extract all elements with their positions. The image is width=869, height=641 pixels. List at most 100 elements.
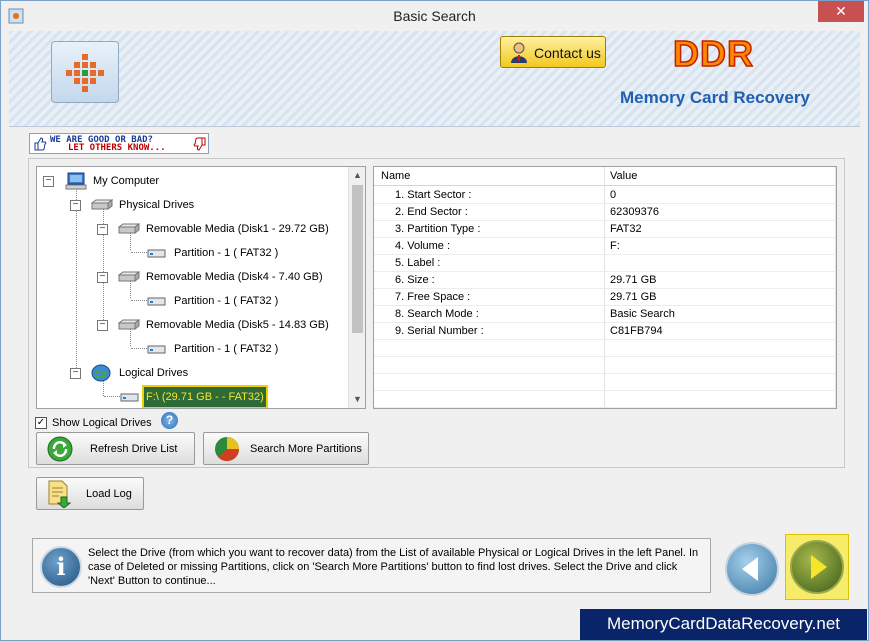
property-name: 3. Partition Type : — [395, 223, 481, 235]
tree-label: Partition - 1 ( FAT32 ) — [174, 343, 279, 355]
pie-chart-icon — [215, 437, 240, 462]
property-value: FAT32 — [610, 223, 642, 235]
collapse-toggle[interactable]: − — [70, 368, 81, 379]
selected-drive-label: F:\ (29.71 GB - - FAT32) — [142, 385, 268, 408]
table-row: 3. Partition Type : FAT32 — [374, 221, 836, 238]
property-value: 0 — [610, 189, 617, 201]
header-banner: Contact us DDR Memory Card Recovery — [9, 31, 860, 127]
help-icon[interactable]: ? — [161, 412, 178, 429]
property-name: 5. Label : — [395, 257, 441, 269]
property-name: 4. Volume : — [395, 240, 451, 252]
show-logical-drives-checkbox[interactable]: ✓ — [35, 417, 47, 429]
app-logo-icon — [66, 54, 104, 92]
thumbs-up-icon — [34, 137, 47, 151]
collapse-toggle[interactable]: − — [70, 200, 81, 211]
hard-drive-icon — [118, 223, 140, 234]
table-row: 2. End Sector : 62309376 — [374, 204, 836, 221]
computer-icon — [65, 172, 87, 190]
next-arrow-icon — [811, 555, 827, 579]
tree-connector — [104, 396, 120, 397]
website-url-banner: MemoryCardDataRecovery.net — [580, 609, 867, 640]
tree-label: Removable Media (Disk1 - 29.72 GB) — [146, 223, 329, 235]
tree-label: Removable Media (Disk5 - 14.83 GB) — [146, 319, 329, 331]
hard-drive-icon — [118, 271, 140, 282]
refresh-icon — [47, 436, 73, 462]
feedback-banner[interactable]: WE ARE GOOD OR BAD? LET OTHERS KNOW... — [29, 133, 209, 154]
back-button[interactable] — [725, 542, 779, 596]
table-row: 8. Search Mode : Basic Search — [374, 306, 836, 323]
thumbs-down-icon — [193, 137, 206, 151]
property-name: 7. Free Space : — [395, 291, 471, 303]
table-row — [374, 391, 836, 408]
app-window: Basic Search ✕ Contact us DDR Memory Car… — [0, 0, 869, 641]
tree-scrollbar[interactable]: ▲ ▼ — [348, 167, 365, 408]
scroll-thumb[interactable] — [352, 185, 363, 333]
info-panel: i Select the Drive (from which you want … — [32, 538, 711, 593]
property-name: 6. Size : — [395, 274, 435, 286]
person-icon — [511, 42, 527, 63]
scroll-down-icon[interactable]: ▼ — [349, 391, 365, 408]
partition-drive-icon — [147, 297, 166, 306]
hard-drive-icon — [91, 199, 113, 210]
property-value: 62309376 — [610, 206, 659, 218]
table-row: 7. Free Space : 29.71 GB — [374, 289, 836, 306]
partition-drive-icon — [147, 249, 166, 258]
drive-tree[interactable]: − My Computer − Physical Drives − Remova… — [36, 166, 366, 409]
search-more-partitions-button[interactable]: Search More Partitions — [203, 432, 369, 465]
drive-properties-grid: Name Value 1. Start Sector : 0 2. End Sec… — [373, 166, 837, 409]
info-icon: i — [40, 546, 82, 588]
table-row — [374, 374, 836, 391]
property-value: 29.71 GB — [610, 291, 657, 303]
contact-us-label: Contact us — [534, 45, 601, 61]
property-value: C81FB794 — [610, 325, 663, 337]
next-button[interactable] — [790, 540, 844, 594]
property-name: 1. Start Sector : — [395, 189, 472, 201]
tree-label: My Computer — [93, 175, 160, 187]
property-value: Basic Search — [610, 308, 675, 320]
tree-connector — [131, 300, 147, 301]
table-row: 9. Serial Number : C81FB794 — [374, 323, 836, 340]
close-button[interactable]: ✕ — [818, 1, 864, 22]
tree-connector — [76, 184, 77, 370]
title-bar: Basic Search ✕ — [1, 1, 868, 31]
globe-icon — [91, 364, 111, 382]
tree-label: Removable Media (Disk4 - 7.40 GB) — [146, 271, 323, 283]
scroll-up-icon[interactable]: ▲ — [349, 167, 365, 184]
tree-label: Physical Drives — [119, 199, 195, 211]
partition-drive-icon — [147, 345, 166, 354]
property-name: 2. End Sector : — [395, 206, 468, 218]
refresh-drive-list-button[interactable]: Refresh Drive List — [36, 432, 195, 465]
grid-header: Name Value — [374, 167, 836, 186]
search-more-label: Search More Partitions — [250, 443, 362, 455]
column-header-name[interactable]: Name — [381, 170, 410, 182]
collapse-toggle[interactable]: − — [43, 176, 54, 187]
collapse-toggle[interactable]: − — [97, 272, 108, 283]
tree-connector — [131, 348, 147, 349]
hard-drive-icon — [118, 319, 140, 330]
collapse-toggle[interactable]: − — [97, 320, 108, 331]
collapse-toggle[interactable]: − — [97, 224, 108, 235]
load-log-label: Load Log — [86, 488, 132, 500]
load-log-button[interactable]: Load Log — [36, 477, 144, 510]
table-row — [374, 340, 836, 357]
brand-logo: DDR — [672, 32, 754, 75]
table-row: 4. Volume : F: — [374, 238, 836, 255]
tree-label: Partition - 1 ( FAT32 ) — [174, 295, 279, 307]
table-row: 5. Label : — [374, 255, 836, 272]
next-button-highlight — [785, 534, 849, 600]
contact-us-button[interactable]: Contact us — [500, 36, 606, 68]
property-value: 29.71 GB — [610, 274, 657, 286]
brand-subtitle: Memory Card Recovery — [620, 88, 810, 107]
table-row — [374, 357, 836, 374]
app-logo — [51, 41, 119, 103]
partition-drive-icon — [120, 393, 139, 402]
table-row: 1. Start Sector : 0 — [374, 187, 836, 204]
property-value: F: — [610, 240, 620, 252]
info-text: Select the Drive (from which you want to… — [88, 547, 699, 587]
property-name: 8. Search Mode : — [395, 308, 479, 320]
column-header-value[interactable]: Value — [610, 170, 637, 182]
table-row: 6. Size : 29.71 GB — [374, 272, 836, 289]
back-arrow-icon — [742, 557, 758, 581]
refresh-label: Refresh Drive List — [90, 443, 178, 455]
tree-connector — [131, 252, 147, 253]
